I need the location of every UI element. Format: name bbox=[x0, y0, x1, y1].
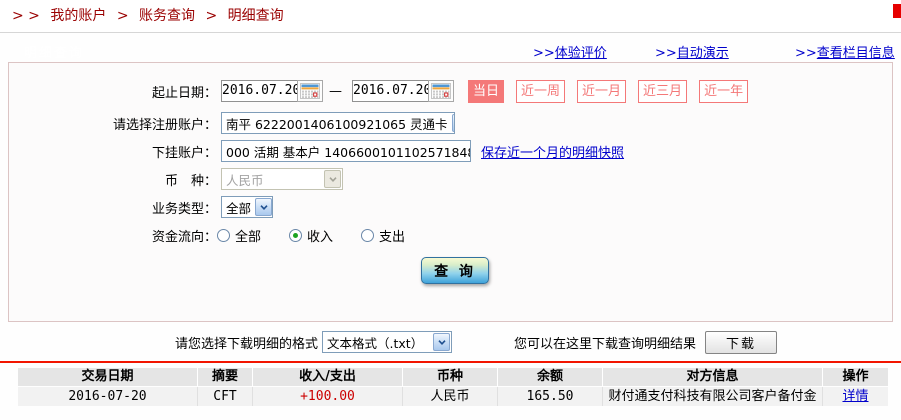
select-value: 文本格式（.txt） bbox=[327, 335, 424, 351]
select-value: 000 活期 基本户 1406600101102571848 bbox=[226, 144, 471, 160]
currency-label: 币 种： bbox=[164, 173, 217, 189]
breadcrumb-separator: > bbox=[205, 8, 218, 24]
cell-balance: 165.50 bbox=[498, 387, 603, 406]
start-date-calendar-button[interactable] bbox=[297, 80, 323, 102]
cell-summary: CFT bbox=[198, 387, 253, 406]
select-value: 南平 6222001406100921065 灵通卡 bbox=[226, 116, 448, 132]
cell-amount: +100.00 bbox=[253, 387, 403, 406]
cell-currency: 人民币 bbox=[403, 387, 498, 406]
register-account-label: 请选择注册账户： bbox=[112, 117, 217, 133]
download-hint: 您可以在这里下载查询明细结果 bbox=[514, 336, 697, 352]
fund-flow-radio-all[interactable]: 全部 bbox=[217, 226, 261, 245]
breadcrumb: > > 我的账户 > 账务查询 > 明细查询 bbox=[0, 0, 901, 33]
radio-label: 全部 bbox=[235, 229, 262, 245]
register-account-select[interactable]: 南平 6222001406100921065 灵通卡 bbox=[221, 112, 455, 134]
cell-transaction-date: 2016-07-20 bbox=[18, 387, 198, 406]
fund-flow-radio-expense[interactable]: 支出 bbox=[361, 226, 405, 245]
column-header-balance: 余额 bbox=[498, 368, 603, 386]
results-table: 交易日期 摘要 收入/支出 币种 余额 对方信息 操作 2016-07-20 C… bbox=[18, 368, 888, 406]
link-prefix: >> bbox=[655, 46, 677, 61]
start-date-input[interactable]: 2016.07.20 bbox=[221, 80, 300, 102]
radio-checked-icon bbox=[289, 228, 303, 242]
currency-select: 人民币 bbox=[221, 168, 343, 190]
fund-flow-label: 资金流向： bbox=[151, 229, 217, 245]
breadcrumb-item-account-query[interactable]: 账务查询 bbox=[139, 8, 195, 24]
column-header-action: 操作 bbox=[823, 368, 888, 386]
breadcrumb-prefix: > > bbox=[12, 8, 40, 24]
download-format-select[interactable]: 文本格式（.txt） bbox=[322, 331, 453, 353]
date-range-row: 起止日期： 2016.07.20 — 2016.07.20 当日 近一周 近一月… bbox=[9, 79, 892, 103]
breadcrumb-item-detail-query[interactable]: 明细查询 bbox=[228, 8, 284, 24]
business-type-label: 业务类型： bbox=[151, 201, 217, 217]
currency-row: 币 种： 人民币 bbox=[9, 167, 892, 191]
chevron-down-icon bbox=[451, 114, 454, 132]
calendar-icon bbox=[431, 83, 451, 99]
select-value: 全部 bbox=[226, 200, 252, 216]
quick-range-quarter-button[interactable]: 近三月 bbox=[638, 79, 688, 103]
query-form-panel: 起止日期： 2016.07.20 — 2016.07.20 当日 近一周 近一月… bbox=[8, 62, 893, 322]
link-label: 查看栏目信息 bbox=[816, 46, 895, 61]
table-row: 2016-07-20 CFT +100.00 人民币 165.50 财付通支付科… bbox=[18, 387, 888, 406]
quick-range-year-button[interactable]: 近一年 bbox=[699, 79, 749, 103]
chevron-down-icon bbox=[255, 198, 272, 216]
column-header-counterparty: 对方信息 bbox=[603, 368, 823, 386]
column-header-summary: 摘要 bbox=[198, 368, 253, 386]
table-header-row: 交易日期 摘要 收入/支出 币种 余额 对方信息 操作 bbox=[18, 368, 888, 386]
radio-icon bbox=[361, 228, 375, 242]
column-header-amount: 收入/支出 bbox=[253, 368, 403, 386]
radio-label: 支出 bbox=[379, 229, 406, 245]
fund-flow-row: 资金流向： 全部 收入 支出 bbox=[9, 223, 892, 247]
link-label: 体验评价 bbox=[554, 46, 607, 61]
radio-label: 收入 bbox=[307, 229, 334, 245]
download-button[interactable]: 下载 bbox=[705, 330, 778, 354]
date-separator: — bbox=[329, 83, 342, 99]
download-row: 请您选择下载明细的格式 文本格式（.txt） 您可以在这里下载查询明细结果 下载 bbox=[0, 330, 901, 354]
radio-icon bbox=[217, 228, 230, 242]
end-date-group: 2016.07.20 bbox=[352, 80, 454, 102]
business-type-select[interactable]: 全部 bbox=[221, 196, 273, 218]
select-value: 人民币 bbox=[226, 172, 264, 188]
breadcrumb-separator: > bbox=[116, 8, 129, 24]
start-date-group: 2016.07.20 bbox=[221, 80, 323, 102]
date-range-label: 起止日期： bbox=[151, 85, 217, 101]
download-format-label: 请您选择下载明细的格式 bbox=[175, 336, 319, 352]
quick-range-today-button[interactable]: 当日 bbox=[468, 79, 505, 103]
chevron-down-icon bbox=[433, 333, 451, 351]
link-experience-review[interactable]: >>体验评价 bbox=[533, 42, 607, 61]
query-button[interactable]: 查 询 bbox=[421, 257, 489, 284]
fund-flow-radio-income[interactable]: 收入 bbox=[289, 226, 333, 245]
detail-link[interactable]: 详情 bbox=[842, 389, 868, 404]
quick-range-week-button[interactable]: 近一周 bbox=[516, 79, 566, 103]
cell-counterparty: 财付通支付科技有限公司客户备付金 bbox=[603, 387, 823, 406]
chevron-down-icon bbox=[324, 170, 341, 188]
register-account-row: 请选择注册账户： 南平 6222001406100921065 灵通卡 bbox=[9, 111, 892, 135]
calendar-icon bbox=[300, 83, 320, 99]
column-header-currency: 币种 bbox=[403, 368, 498, 386]
breadcrumb-item-my-account[interactable]: 我的账户 bbox=[50, 8, 106, 24]
link-auto-demo[interactable]: >>自动演示 bbox=[655, 42, 729, 61]
link-view-column-info[interactable]: >>查看栏目信息 bbox=[795, 42, 895, 61]
link-prefix: >> bbox=[795, 46, 817, 61]
tab-detail-query[interactable]: 明细查询 bbox=[8, 39, 140, 62]
end-date-input[interactable]: 2016.07.20 bbox=[352, 80, 431, 102]
link-label: 自动演示 bbox=[676, 46, 729, 61]
sub-account-select[interactable]: 000 活期 基本户 1406600101102571848 bbox=[221, 140, 471, 162]
tab-label: 明细查询 bbox=[24, 46, 85, 61]
sub-account-row: 下挂账户： 000 活期 基本户 1406600101102571848 保存近… bbox=[9, 139, 892, 163]
sub-account-label: 下挂账户： bbox=[151, 145, 217, 161]
link-prefix: >> bbox=[533, 46, 555, 61]
quick-range-month-button[interactable]: 近一月 bbox=[577, 79, 627, 103]
save-snapshot-link[interactable]: 保存近一个月的明细快照 bbox=[481, 142, 624, 161]
red-divider bbox=[0, 361, 901, 363]
corner-decoration bbox=[893, 4, 901, 18]
business-type-row: 业务类型： 全部 bbox=[9, 195, 892, 219]
end-date-calendar-button[interactable] bbox=[428, 80, 454, 102]
column-header-date: 交易日期 bbox=[18, 368, 198, 386]
